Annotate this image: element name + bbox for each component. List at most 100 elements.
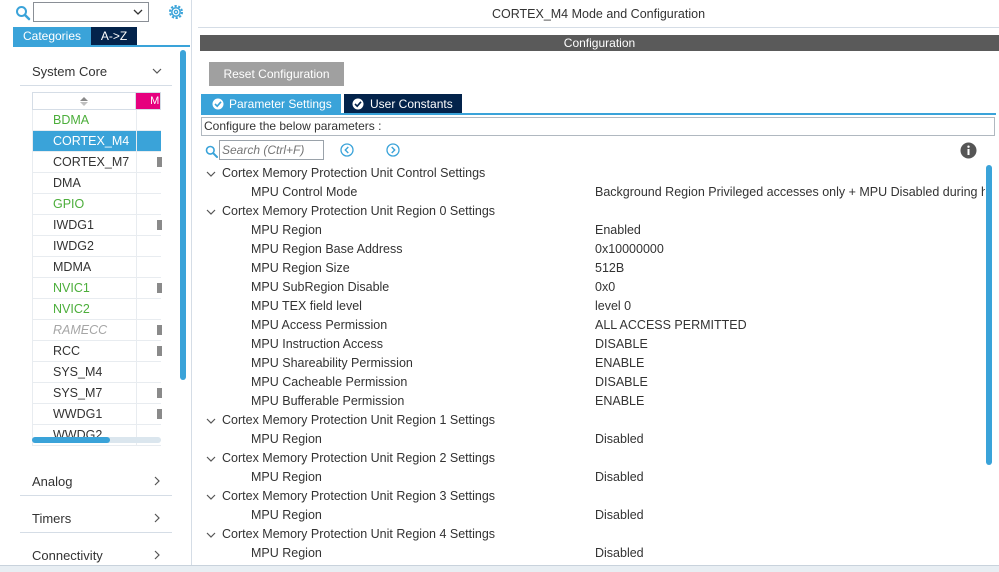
peripheral-status-cell <box>137 299 161 319</box>
peripheral-item[interactable]: BDMA <box>32 110 161 131</box>
chevron-down-icon[interactable] <box>206 530 216 540</box>
peripheral-item[interactable]: NVIC2 <box>32 299 161 320</box>
parameter-value[interactable]: DISABLE <box>595 335 985 354</box>
peripheral-item[interactable]: MDMA <box>32 257 161 278</box>
horizontal-scrollbar[interactable] <box>32 437 161 443</box>
parameter-name: MPU Shareability Permission <box>251 356 413 370</box>
tab-label: Parameter Settings <box>229 97 332 111</box>
peripheral-item[interactable]: SYS_M4 <box>32 362 161 383</box>
parameter-value[interactable]: Disabled <box>595 468 985 487</box>
parameter-row[interactable]: MPU Instruction Access DISABLE <box>198 335 988 354</box>
right-vertical-scrollbar[interactable] <box>986 165 992 465</box>
parameter-row[interactable]: MPU SubRegion Disable 0x0 <box>198 278 988 297</box>
parameter-row[interactable]: MPU Bufferable Permission ENABLE <box>198 392 988 411</box>
peripheral-item[interactable]: NVIC1 <box>32 278 162 299</box>
parameter-value[interactable]: ENABLE <box>595 354 985 373</box>
peripheral-item[interactable]: WWDG1 <box>32 404 162 425</box>
section-label: Cortex Memory Protection Unit Region 0 S… <box>222 204 496 218</box>
section-header[interactable]: Cortex Memory Protection Unit Region 0 S… <box>198 202 988 221</box>
parameter-row[interactable]: MPU Access Permission ALL ACCESS PERMITTE… <box>198 316 988 335</box>
status-marker-icon <box>157 325 162 335</box>
parameter-row[interactable]: MPU Cacheable Permission DISABLE <box>198 373 988 392</box>
peripheral-item[interactable]: CORTEX_M7 <box>32 152 162 173</box>
parameter-value[interactable]: level 0 <box>595 297 985 316</box>
next-match-icon[interactable] <box>386 143 400 157</box>
chevron-down-icon <box>133 9 143 15</box>
tab-categories[interactable]: Categories <box>13 27 91 46</box>
parameter-value[interactable]: 512B <box>595 259 985 278</box>
parameter-value[interactable]: Disabled <box>595 544 985 563</box>
parameter-row[interactable]: MPU Region Disabled <box>198 468 988 487</box>
peripheral-name: DMA <box>33 173 137 193</box>
category-analog[interactable]: Analog <box>20 466 172 496</box>
tab-user-constants[interactable]: User Constants <box>344 94 462 114</box>
section-header[interactable]: Cortex Memory Protection Unit Region 2 S… <box>198 449 988 468</box>
parameter-search-input[interactable] <box>219 140 324 160</box>
parameter-value[interactable]: DISABLE <box>595 373 985 392</box>
peripheral-name: NVIC2 <box>33 299 137 319</box>
peripheral-item[interactable]: RCC <box>32 341 162 362</box>
peripheral-item[interactable]: IWDG1 <box>32 215 162 236</box>
tab-underline <box>201 113 996 115</box>
sort-icon <box>80 97 88 106</box>
parameter-name: MPU Bufferable Permission <box>251 394 405 408</box>
parameter-row[interactable]: MPU Shareability Permission ENABLE <box>198 354 988 373</box>
tab-a-to-z[interactable]: A->Z <box>91 27 137 46</box>
chevron-down-icon[interactable] <box>206 207 216 217</box>
category-system-core[interactable]: System Core <box>20 56 172 86</box>
peripheral-name: RCC <box>33 341 137 361</box>
left-panel: Categories A->Z System Core M BDMA CORTEX… <box>0 0 192 572</box>
section-header[interactable]: Cortex Memory Protection Unit Region 3 S… <box>198 487 988 506</box>
parameter-row[interactable]: MPU Control Mode Background Region Privil… <box>198 183 988 202</box>
category-timers[interactable]: Timers <box>20 503 172 533</box>
left-vertical-scrollbar[interactable] <box>180 50 186 380</box>
parameter-row[interactable]: MPU TEX field level level 0 <box>198 297 988 316</box>
peripheral-item[interactable]: SYS_M7 <box>32 383 162 404</box>
previous-match-icon[interactable] <box>340 143 354 157</box>
sort-column-header[interactable] <box>33 93 137 109</box>
status-marker-icon <box>157 388 162 398</box>
parameter-row[interactable]: MPU Region Size 512B <box>198 259 988 278</box>
section-header[interactable]: Cortex Memory Protection Unit Region 4 S… <box>198 525 988 544</box>
peripheral-status-cell <box>137 131 161 151</box>
parameter-row[interactable]: MPU Region Base Address 0x10000000 <box>198 240 988 259</box>
parameter-value[interactable]: ENABLE <box>595 392 985 411</box>
chevron-down-icon[interactable] <box>206 169 216 179</box>
peripheral-item[interactable]: GPIO <box>32 194 161 215</box>
parameter-name: MPU Cacheable Permission <box>251 375 408 389</box>
peripheral-status-cell <box>137 404 162 424</box>
parameter-row[interactable]: MPU Region Enabled <box>198 221 988 240</box>
info-icon[interactable] <box>960 142 977 159</box>
peripheral-item[interactable]: DMA <box>32 173 161 194</box>
section-header[interactable]: Cortex Memory Protection Unit Control Se… <box>198 164 988 183</box>
parameter-name: MPU Region Size <box>251 261 350 275</box>
mode-column-header[interactable]: M <box>136 93 160 109</box>
chevron-down-icon[interactable] <box>206 492 216 502</box>
reset-configuration-button[interactable]: Reset Configuration <box>209 62 344 86</box>
peripheral-name: IWDG1 <box>33 215 137 235</box>
parameter-value[interactable]: Disabled <box>595 506 985 525</box>
peripheral-item[interactable]: IWDG2 <box>32 236 161 257</box>
parameter-row[interactable]: MPU Region Disabled <box>198 506 988 525</box>
category-label: System Core <box>32 64 108 79</box>
parameter-value[interactable]: Disabled <box>595 430 985 449</box>
scrollbar-thumb[interactable] <box>32 437 110 443</box>
parameter-row[interactable]: MPU Region Disabled <box>198 544 988 563</box>
gear-icon[interactable] <box>167 3 185 21</box>
parameter-value[interactable]: Background Region Privileged accesses on… <box>595 183 985 202</box>
peripheral-item[interactable]: RAMECC <box>32 320 162 341</box>
chevron-down-icon[interactable] <box>206 454 216 464</box>
tab-parameter-settings[interactable]: Parameter Settings <box>201 94 341 114</box>
parameter-value[interactable]: ALL ACCESS PERMITTED <box>595 316 985 335</box>
parameter-value[interactable]: 0x10000000 <box>595 240 985 259</box>
search-icon[interactable] <box>15 5 31 21</box>
parameter-value[interactable]: Enabled <box>595 221 985 240</box>
chevron-down-icon[interactable] <box>206 416 216 426</box>
section-label: Cortex Memory Protection Unit Region 3 S… <box>222 489 496 503</box>
parameter-row[interactable]: MPU Region Disabled <box>198 430 988 449</box>
search-combo[interactable] <box>33 2 149 22</box>
peripheral-item[interactable]: CORTEX_M4 <box>32 131 161 152</box>
parameter-value[interactable]: 0x0 <box>595 278 985 297</box>
peripheral-status-cell <box>137 173 161 193</box>
section-header[interactable]: Cortex Memory Protection Unit Region 1 S… <box>198 411 988 430</box>
